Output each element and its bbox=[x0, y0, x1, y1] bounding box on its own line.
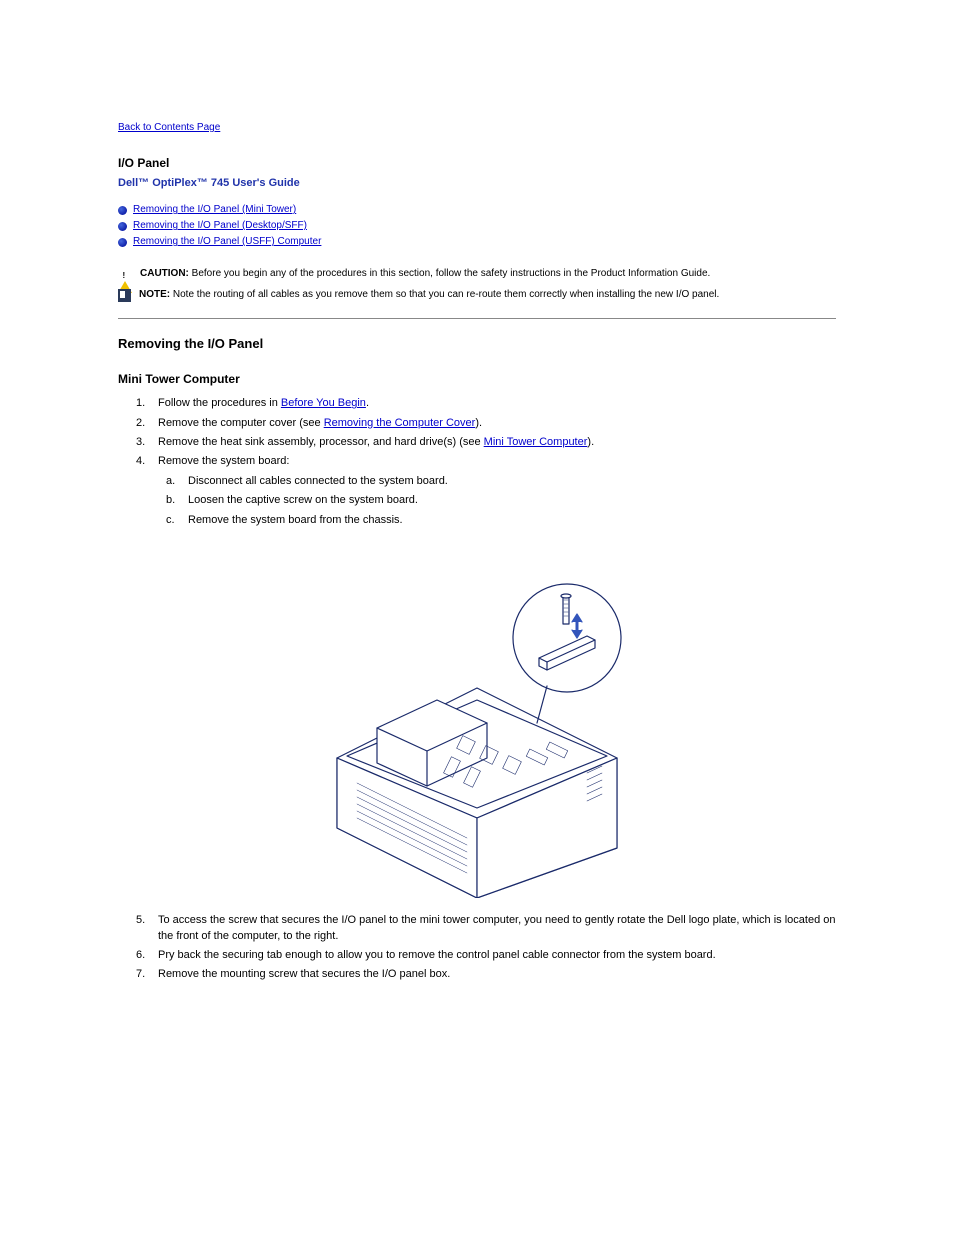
step-number: 6. bbox=[136, 948, 148, 963]
bullet-icon bbox=[118, 222, 127, 231]
notice-block: CAUTION: Before you begin any of the pro… bbox=[118, 267, 836, 319]
step-number: 1. bbox=[136, 396, 148, 411]
substep: c. Remove the system board from the chas… bbox=[166, 513, 836, 528]
substep-text: Remove the system board from the chassis… bbox=[188, 513, 403, 528]
toc-item: Removing the I/O Panel (Desktop/SFF) bbox=[118, 219, 836, 233]
step-number: 4. bbox=[136, 454, 148, 469]
caution-row: CAUTION: Before you begin any of the pro… bbox=[118, 267, 836, 282]
step-number: 2. bbox=[136, 416, 148, 431]
step: 7. Remove the mounting screw that secure… bbox=[118, 967, 836, 982]
step-number: 7. bbox=[136, 967, 148, 982]
toc-link[interactable]: Removing the I/O Panel (Desktop/SFF) bbox=[133, 219, 307, 233]
step-text: Remove the system board: bbox=[158, 454, 289, 469]
step: 1. Follow the procedures in Before You B… bbox=[118, 396, 836, 411]
step: 5. To access the screw that secures the … bbox=[118, 913, 836, 944]
page-title: I/O Panel bbox=[118, 155, 836, 172]
toc-link[interactable]: Removing the I/O Panel (Mini Tower) bbox=[133, 203, 296, 217]
step: 3. Remove the heat sink assembly, proces… bbox=[118, 435, 836, 450]
note-text: NOTE: Note the routing of all cables as … bbox=[139, 288, 719, 302]
step: 2. Remove the computer cover (see Removi… bbox=[118, 416, 836, 431]
caution-icon bbox=[118, 268, 132, 282]
toc-item: Removing the I/O Panel (Mini Tower) bbox=[118, 203, 836, 217]
product-subtitle: Dell™ OptiPlex™ 745 User's Guide bbox=[118, 176, 836, 191]
inline-link[interactable]: Before You Begin bbox=[281, 397, 366, 409]
substep-text: Disconnect all cables connected to the s… bbox=[188, 474, 448, 489]
toc-item: Removing the I/O Panel (USFF) Computer bbox=[118, 235, 836, 249]
inline-link[interactable]: Removing the Computer Cover bbox=[324, 417, 476, 429]
caution-text: CAUTION: Before you begin any of the pro… bbox=[140, 267, 710, 281]
step-text: Remove the computer cover (see Removing … bbox=[158, 416, 482, 431]
substep: b. Loosen the captive screw on the syste… bbox=[166, 493, 836, 508]
section-heading: Removing the I/O Panel bbox=[118, 335, 836, 353]
step-text: Remove the mounting screw that secures t… bbox=[158, 967, 450, 982]
step-text: Remove the heat sink assembly, processor… bbox=[158, 435, 594, 450]
substep-letter: c. bbox=[166, 513, 178, 528]
bullet-icon bbox=[118, 206, 127, 215]
bullet-icon bbox=[118, 238, 127, 247]
toc-list: Removing the I/O Panel (Mini Tower) Remo… bbox=[118, 203, 836, 249]
substep: a. Disconnect all cables connected to th… bbox=[166, 474, 836, 489]
step-number: 5. bbox=[136, 913, 148, 944]
substep-text: Loosen the captive screw on the system b… bbox=[188, 493, 418, 508]
substep-letter: a. bbox=[166, 474, 178, 489]
step-text: To access the screw that secures the I/O… bbox=[158, 913, 836, 944]
step: 6. Pry back the securing tab enough to a… bbox=[118, 948, 836, 963]
step-number: 3. bbox=[136, 435, 148, 450]
substep-letter: b. bbox=[166, 493, 178, 508]
sub-heading: Mini Tower Computer bbox=[118, 371, 836, 388]
step-text: Follow the procedures in Before You Begi… bbox=[158, 396, 369, 411]
note-icon bbox=[118, 289, 131, 302]
note-row: NOTE: Note the routing of all cables as … bbox=[118, 288, 836, 302]
step: 4. Remove the system board: bbox=[118, 454, 836, 469]
toc-link[interactable]: Removing the I/O Panel (USFF) Computer bbox=[133, 235, 321, 249]
back-to-contents-link[interactable]: Back to Contents Page bbox=[118, 121, 220, 135]
step-text: Pry back the securing tab enough to allo… bbox=[158, 948, 716, 963]
figure-computer-open bbox=[118, 558, 836, 903]
inline-link[interactable]: Mini Tower Computer bbox=[484, 436, 588, 448]
